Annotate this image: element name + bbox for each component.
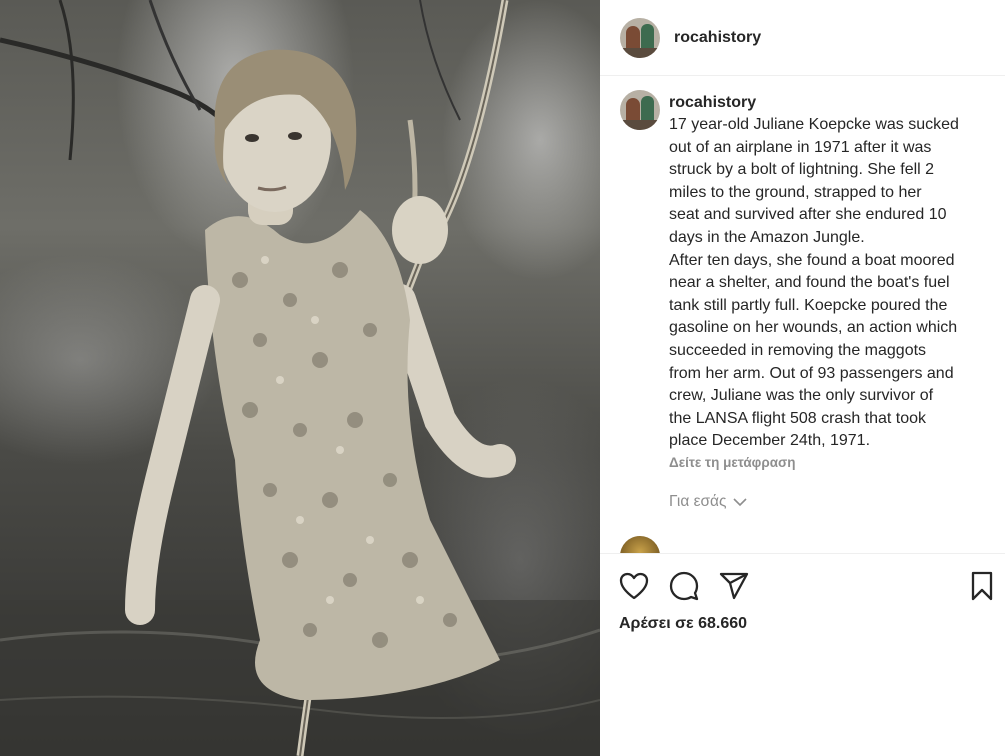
post-photo[interactable]: [0, 0, 600, 756]
comment-avatar-partial[interactable]: [620, 536, 660, 553]
speech-bubble-icon: [669, 571, 699, 601]
caption-body: rocahistory 17 year-old Juliane Koepcke …: [669, 90, 991, 470]
save-button[interactable]: [966, 570, 998, 602]
post-header: rocahistory: [600, 0, 1005, 76]
chevron-down-icon: [732, 498, 747, 507]
share-button[interactable]: [718, 570, 750, 602]
caption-username[interactable]: rocahistory: [669, 92, 991, 114]
post-sidebar: rocahistory rocahistory 17 year-old Juli…: [600, 0, 1005, 756]
post-actions: Αρέσει σε 68.660: [600, 553, 1005, 756]
caption-text: 17 year-old Juliane Koepcke was sucked o…: [669, 116, 959, 450]
paper-plane-icon: [719, 572, 749, 600]
heart-icon: [619, 572, 649, 600]
author-avatar[interactable]: [620, 17, 660, 58]
likes-count[interactable]: Αρέσει σε 68.660: [619, 615, 747, 633]
bookmark-icon: [971, 571, 993, 601]
author-username[interactable]: rocahistory: [674, 29, 761, 47]
caption-avatar[interactable]: [620, 90, 660, 130]
comment-button[interactable]: [668, 570, 700, 602]
see-translation-link[interactable]: Δείτε τη μετάφραση: [669, 455, 991, 470]
for-you-label: Για εσάς: [669, 493, 727, 510]
photo-illustration: [0, 0, 600, 756]
caption-comment: rocahistory 17 year-old Juliane Koepcke …: [620, 90, 1000, 470]
like-button[interactable]: [618, 570, 650, 602]
for-you-toggle[interactable]: Για εσάς: [669, 493, 747, 511]
